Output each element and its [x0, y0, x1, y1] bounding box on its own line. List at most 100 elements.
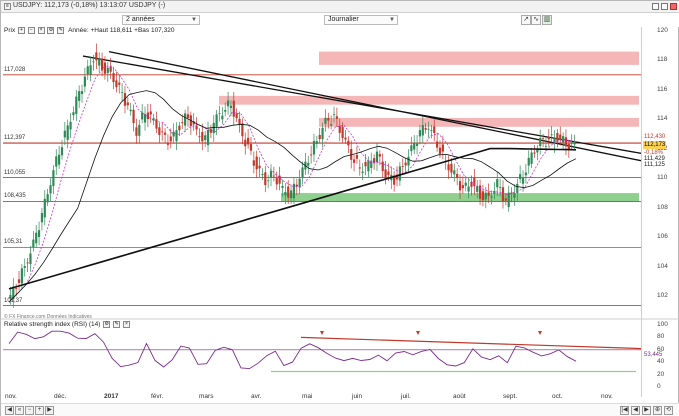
rsi-settings-icon[interactable]: ⚙	[103, 321, 111, 328]
price-chart[interactable]	[1, 1, 679, 416]
candle-body	[430, 129, 433, 131]
rsi-tick: 0	[657, 383, 661, 390]
candle-body	[401, 166, 404, 167]
time-tick: nov.	[601, 393, 613, 400]
candle-body	[235, 113, 238, 119]
candle-body	[438, 147, 442, 154]
candle-body	[72, 112, 75, 116]
resistance-zone	[319, 51, 639, 65]
data-credit: © FX Finance.com Données Indicatives	[4, 314, 92, 320]
reset-zoom-icon[interactable]: ⟲	[664, 406, 673, 415]
rsi-edit-icon[interactable]: ✎	[113, 321, 121, 328]
candle-body	[126, 102, 129, 106]
price-tick: 120	[657, 27, 668, 34]
candle-body	[226, 100, 230, 107]
zoom-out-time-icon[interactable]: −	[25, 406, 34, 415]
candle-body	[464, 182, 467, 186]
candle-body	[175, 130, 178, 142]
candle-body	[83, 76, 86, 87]
candle-body	[559, 134, 562, 140]
candle-body	[398, 166, 401, 181]
candle-body	[75, 96, 78, 114]
candle-body	[361, 171, 364, 174]
candle-body	[458, 181, 462, 191]
candle-body	[198, 136, 201, 138]
candle-body	[17, 279, 21, 283]
candle-body	[521, 177, 525, 184]
candle-body	[78, 91, 81, 101]
candle-body	[32, 239, 35, 248]
time-tick: juil.	[401, 393, 411, 400]
candle-body	[427, 128, 430, 130]
rsi-value-tag: 53,445	[644, 352, 663, 358]
zoom-in-time-icon[interactable]: +	[35, 406, 44, 415]
candle-body	[252, 160, 255, 166]
candle-body	[338, 126, 341, 133]
rsi-signal-arrow	[416, 331, 420, 335]
zoom-icon[interactable]: ⊕	[653, 406, 662, 415]
price-tag: 112,173	[643, 141, 667, 149]
candle-body	[424, 128, 427, 130]
candle-body	[407, 156, 410, 166]
candle-body	[410, 145, 413, 152]
rsi-tick: 80	[657, 333, 665, 341]
candle-body	[181, 122, 184, 124]
candle-body	[238, 118, 241, 125]
rsi-tick: 40	[657, 358, 665, 366]
candle-body	[60, 147, 64, 156]
candle-body	[307, 162, 310, 166]
time-tick: mai	[302, 393, 313, 400]
candle-body	[98, 58, 101, 66]
candle-body	[186, 114, 190, 118]
candle-body	[86, 66, 89, 75]
candle-body	[58, 154, 61, 165]
pan-left-icon[interactable]: ◀	[631, 406, 640, 415]
candle-body	[450, 163, 453, 173]
candle-body	[536, 149, 539, 153]
price-tick: 116	[657, 85, 668, 93]
scroll-start-icon[interactable]: |◀	[620, 406, 629, 415]
candle-body	[224, 110, 227, 112]
candle-body	[295, 184, 298, 187]
scroll-left-fast-icon[interactable]: «	[15, 406, 24, 415]
candle-body	[341, 126, 344, 139]
scroll-right-icon[interactable]: ▶	[45, 406, 54, 415]
level-label: 101,37	[4, 297, 23, 304]
candle-body	[493, 190, 496, 194]
time-tick: oct.	[552, 393, 563, 400]
pan-right-icon[interactable]: ▶	[642, 406, 651, 415]
candle-body	[519, 174, 522, 180]
candle-body	[484, 192, 487, 200]
candle-body	[158, 127, 161, 135]
rsi-close-icon[interactable]: ×	[122, 321, 130, 328]
candle-body	[312, 140, 316, 155]
candle-body	[378, 154, 381, 157]
candle-body	[80, 91, 84, 95]
candle-body	[513, 193, 516, 198]
candle-body	[533, 152, 536, 154]
candle-body	[272, 175, 275, 177]
candle-body	[29, 253, 32, 265]
candle-body	[347, 140, 350, 146]
candle-body	[118, 82, 121, 85]
candle-body	[504, 198, 507, 201]
rsi-title: Relative strength index (RSI) (14)	[4, 321, 101, 329]
candle-body	[436, 141, 439, 148]
candle-body	[146, 112, 149, 120]
candle-body	[221, 115, 224, 120]
resistance-zone	[219, 95, 639, 105]
candle-body	[298, 178, 301, 188]
candle-body	[100, 58, 104, 71]
scroll-left-icon[interactable]: ◀	[5, 406, 14, 415]
candle-body	[264, 172, 267, 185]
rsi-tick: 20	[657, 370, 665, 378]
candle-body	[35, 232, 38, 244]
candle-body	[375, 151, 379, 163]
candle-body	[249, 144, 253, 151]
price-axis	[641, 27, 679, 397]
candle-body	[37, 230, 41, 237]
candle-body	[570, 142, 573, 144]
rsi-header: Relative strength index (RSI) (14) ⚙ ✎ ×	[4, 321, 130, 328]
candle-body	[258, 165, 261, 169]
candle-body	[539, 137, 542, 147]
